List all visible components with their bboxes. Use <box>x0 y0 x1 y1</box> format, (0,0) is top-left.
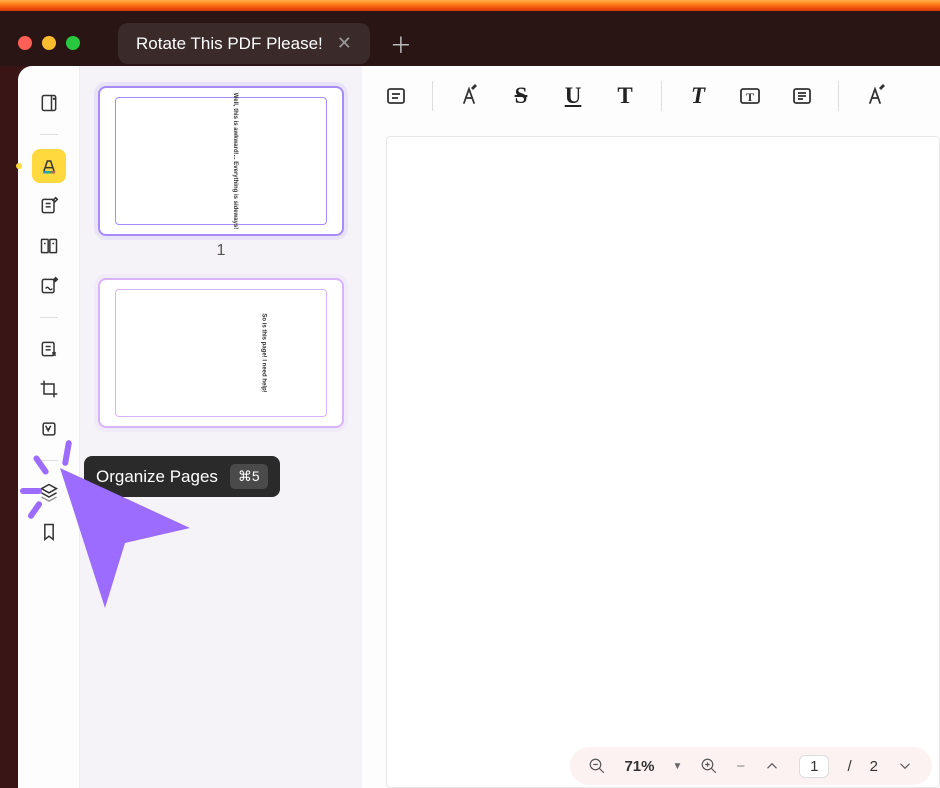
thumbnail-text: So is this page! I need help! <box>259 313 267 392</box>
sticky-note-icon <box>384 84 408 108</box>
window-top-gradient <box>0 0 940 11</box>
thumbnail-panel: Well, this is awkward!... Everything is … <box>80 66 362 788</box>
insert-icon <box>790 84 814 108</box>
typewriter-icon: T <box>691 83 705 109</box>
page-minus-icon[interactable]: − <box>736 758 745 775</box>
rail-divider <box>40 134 58 135</box>
highlighter-a-icon <box>457 84 481 108</box>
zoom-dropdown-icon[interactable]: ▼ <box>672 761 682 772</box>
tab-title: Rotate This PDF Please! <box>136 34 323 54</box>
rail-ocr-button[interactable] <box>32 412 66 446</box>
drawing-tool[interactable] <box>853 78 897 114</box>
note-tool[interactable] <box>374 78 418 114</box>
highlight-tool[interactable] <box>447 78 491 114</box>
svg-text:T: T <box>746 90 754 104</box>
page-down-icon[interactable] <box>896 757 914 775</box>
zoom-out-icon[interactable] <box>588 757 606 775</box>
scan-icon <box>39 419 59 439</box>
zoom-value: 71% <box>624 758 654 775</box>
rail-layers-button[interactable] <box>32 475 66 509</box>
text-tool[interactable]: T <box>603 78 647 114</box>
tab-strip: Rotate This PDF Please! ✕ ＋ <box>118 23 412 64</box>
marker-icon <box>863 84 887 108</box>
left-sidebar-rail <box>18 66 80 788</box>
text-icon: T <box>617 83 632 109</box>
window-maximize-button[interactable] <box>66 36 80 50</box>
strikethrough-icon: S <box>515 83 528 109</box>
document-tab[interactable]: Rotate This PDF Please! ✕ <box>118 23 370 64</box>
thumbnail-inner: Well, this is awkward!... Everything is … <box>115 97 328 225</box>
rail-compare-button[interactable] <box>32 229 66 263</box>
rail-sign-button[interactable] <box>32 269 66 303</box>
insert-text-tool[interactable] <box>780 78 824 114</box>
organize-pages-icon <box>39 339 59 359</box>
zoom-in-icon[interactable] <box>700 757 718 775</box>
app-body: Well, this is awkward!... Everything is … <box>18 66 940 788</box>
rail-bookmark-button[interactable] <box>32 515 66 549</box>
pencil-page-icon <box>39 196 59 216</box>
zoom-pagination-pill: 71% ▼ − 1 / 2 <box>570 747 932 785</box>
annotation-toolbar: S U T T T <box>362 66 940 126</box>
tooltip-label: Organize Pages <box>96 467 218 487</box>
organize-pages-tooltip: Organize Pages ⌘5 <box>84 456 280 497</box>
textbox-icon: T <box>738 84 762 108</box>
layers-icon <box>39 482 59 502</box>
rail-divider <box>40 460 58 461</box>
page-thumbnail-2[interactable]: So is this page! I need help! <box>98 278 344 428</box>
toolbar-divider <box>838 81 839 111</box>
window-minimize-button[interactable] <box>42 36 56 50</box>
underline-icon: U <box>565 83 582 109</box>
page-separator: / <box>847 758 851 775</box>
side-by-side-icon <box>39 236 59 256</box>
window-controls <box>18 36 80 50</box>
tooltip-shortcut: ⌘5 <box>230 464 268 489</box>
main-pane: S U T T T <box>362 66 940 788</box>
page-up-icon[interactable] <box>763 757 781 775</box>
document-icon <box>39 93 59 113</box>
page-thumbnail-1[interactable]: Well, this is awkward!... Everything is … <box>98 86 344 236</box>
crop-icon <box>39 379 59 399</box>
new-tab-button[interactable]: ＋ <box>390 28 412 60</box>
page-current-input[interactable]: 1 <box>799 755 829 778</box>
close-tab-icon[interactable]: ✕ <box>337 33 352 54</box>
window-close-button[interactable] <box>18 36 32 50</box>
thumbnail-label: 1 <box>98 242 344 260</box>
rail-organize-pages-button[interactable] <box>32 332 66 366</box>
rail-highlighter-button[interactable] <box>32 149 66 183</box>
page-total: 2 <box>870 758 878 775</box>
document-view[interactable] <box>386 136 940 788</box>
rail-crop-button[interactable] <box>32 372 66 406</box>
bookmark-icon <box>39 522 59 542</box>
bottom-bar: 71% ▼ − 1 / 2 <box>362 744 940 788</box>
thumbnail-inner: So is this page! I need help! <box>115 289 328 417</box>
highlighter-icon <box>39 156 59 176</box>
toolbar-divider <box>432 81 433 111</box>
textbox-tool[interactable]: T <box>728 78 772 114</box>
rail-thumbnails-button[interactable] <box>32 86 66 120</box>
signature-icon <box>39 276 59 296</box>
thumbnail-text: Well, this is awkward!... Everything is … <box>230 93 238 230</box>
underline-tool[interactable]: U <box>551 78 595 114</box>
toolbar-divider <box>661 81 662 111</box>
rail-annotate-button[interactable] <box>32 189 66 223</box>
rail-divider <box>40 317 58 318</box>
typewriter-tool[interactable]: T <box>676 78 720 114</box>
strikethrough-tool[interactable]: S <box>499 78 543 114</box>
